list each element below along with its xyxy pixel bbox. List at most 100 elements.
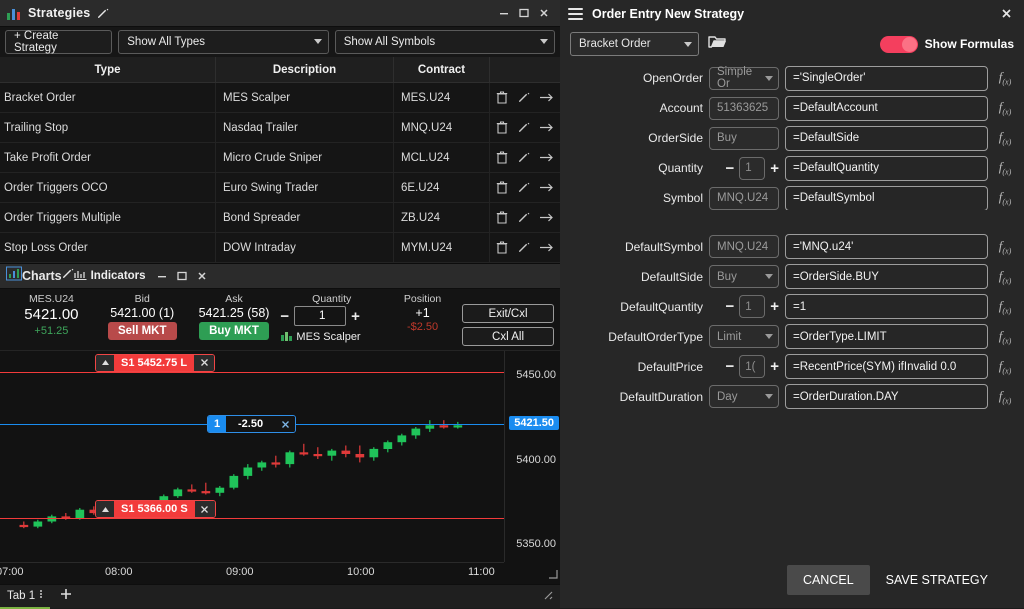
table-row[interactable]: Trailing Stop Nasdaq Trailer MNQ.U24 xyxy=(0,112,560,143)
close-icon[interactable] xyxy=(534,3,554,23)
save-strategy-button[interactable]: SAVE STRATEGY xyxy=(880,565,994,595)
fx-icon[interactable]: f(x) xyxy=(994,358,1016,376)
drag-handle-icon[interactable] xyxy=(96,501,114,518)
field-formula[interactable]: =DefaultSymbol xyxy=(785,185,988,210)
quantity-plus-button[interactable]: + xyxy=(351,308,360,325)
field-formula[interactable]: =DefaultQuantity xyxy=(785,155,988,181)
sell-market-button[interactable]: Sell MKT xyxy=(107,322,177,340)
price-axis[interactable]: 5421.50 5450.00 5400.00 5350.00 xyxy=(504,351,560,562)
table-row[interactable]: Order Triggers OCO Euro Swing Trader 6E.U2… xyxy=(0,172,560,203)
field-dropdown[interactable]: Buy xyxy=(709,265,779,288)
fx-icon[interactable]: f(x) xyxy=(994,159,1016,177)
quantity-minus-button[interactable]: − xyxy=(280,308,289,325)
fx-icon[interactable]: f(x) xyxy=(994,189,1016,207)
stop-loss-tag[interactable]: S1 5366.00 S xyxy=(95,500,216,519)
maximize-icon[interactable] xyxy=(514,3,534,23)
fx-icon[interactable]: f(x) xyxy=(994,298,1016,316)
field-formula[interactable]: =RecentPrice(SYM) ifInvalid 0.0 xyxy=(785,354,988,379)
stepper-minus-button[interactable]: − xyxy=(725,358,734,375)
arrow-right-icon[interactable] xyxy=(540,182,554,193)
cancel-all-button[interactable]: Cxl All xyxy=(462,327,555,346)
delete-icon[interactable] xyxy=(496,151,508,164)
fx-icon[interactable]: f(x) xyxy=(994,99,1016,117)
close-icon[interactable] xyxy=(194,354,215,371)
folder-open-icon[interactable] xyxy=(708,34,727,55)
stepper-plus-button[interactable]: + xyxy=(770,298,779,315)
stepper-plus-button[interactable]: + xyxy=(770,160,779,177)
fx-icon[interactable]: f(x) xyxy=(994,238,1016,256)
field-formula[interactable]: =OrderSide.BUY xyxy=(785,264,988,289)
create-strategy-button[interactable]: + Create Strategy xyxy=(5,29,113,54)
edit-icon[interactable] xyxy=(518,152,530,164)
strategy-type-select[interactable]: Bracket Order xyxy=(570,32,699,56)
field-formula[interactable]: =1 xyxy=(785,294,988,319)
delete-icon[interactable] xyxy=(496,121,508,134)
table-row[interactable]: Stop Loss Order DOW Intraday MYM.U24 xyxy=(0,232,560,263)
edit-icon[interactable] xyxy=(518,122,530,134)
stepper-value[interactable]: 1 xyxy=(739,295,766,318)
stepper-plus-button[interactable]: + xyxy=(770,358,779,375)
chart-resize-handle[interactable] xyxy=(548,569,558,582)
fx-icon[interactable]: f(x) xyxy=(994,388,1016,406)
field-formula[interactable]: =DefaultAccount xyxy=(785,95,988,121)
field-value-box[interactable]: Buy xyxy=(709,126,779,150)
window-resize-handle[interactable] xyxy=(542,588,560,606)
fx-icon[interactable]: f(x) xyxy=(994,69,1016,87)
fx-icon[interactable]: f(x) xyxy=(994,328,1016,346)
symbol-filter-select[interactable]: Show All Symbols xyxy=(334,29,555,54)
minimize-icon[interactable] xyxy=(152,266,172,286)
close-icon[interactable] xyxy=(192,266,212,286)
field-value-box[interactable]: MNQ.U24 xyxy=(709,235,779,258)
field-value-box[interactable]: MNQ.U24 xyxy=(709,186,779,210)
field-formula[interactable]: ='SingleOrder' xyxy=(785,65,988,91)
show-formulas-toggle[interactable] xyxy=(879,35,918,53)
field-stepper[interactable]: −1(+ xyxy=(709,355,779,378)
exit-cancel-button[interactable]: Exit/Cxl xyxy=(462,304,555,323)
pencil-icon[interactable] xyxy=(97,7,109,19)
indicators-button[interactable]: Indicators xyxy=(73,269,146,284)
quantity-stepper[interactable]: − 1 + xyxy=(280,306,383,326)
position-tag[interactable]: 1 -2.50 xyxy=(207,415,297,434)
edit-icon[interactable] xyxy=(518,242,530,254)
close-icon[interactable] xyxy=(996,4,1016,24)
close-icon[interactable] xyxy=(275,416,296,433)
delete-icon[interactable] xyxy=(496,211,508,224)
edit-icon[interactable] xyxy=(518,182,530,194)
field-formula[interactable]: =OrderType.LIMIT xyxy=(785,324,988,349)
active-strategy-tag[interactable]: MES Scalper xyxy=(280,329,383,344)
table-row[interactable]: Bracket Order MES Scalper MES.U24 xyxy=(0,82,560,113)
field-stepper[interactable]: −1 + xyxy=(709,156,779,180)
stepper-value[interactable]: 1( xyxy=(739,355,766,378)
close-icon[interactable] xyxy=(194,501,215,518)
edit-icon[interactable] xyxy=(518,212,530,224)
delete-icon[interactable] xyxy=(496,181,508,194)
kebab-icon[interactable] xyxy=(39,588,43,603)
minimize-icon[interactable] xyxy=(494,3,514,23)
pencil-icon[interactable] xyxy=(62,267,74,285)
arrow-right-icon[interactable] xyxy=(540,242,554,253)
stepper-minus-button[interactable]: − xyxy=(725,160,734,177)
stepper-value[interactable]: 1 xyxy=(739,156,766,180)
table-row[interactable]: Take Profit Order Micro Crude Sniper MCL.U… xyxy=(0,142,560,173)
arrow-right-icon[interactable] xyxy=(540,212,554,223)
field-formula[interactable]: ='MNQ.u24' xyxy=(785,234,988,259)
cancel-button[interactable]: CANCEL xyxy=(786,565,870,595)
field-dropdown[interactable]: Simple Or xyxy=(709,66,779,90)
delete-icon[interactable] xyxy=(496,91,508,104)
take-profit-tag[interactable]: S1 5452.75 L xyxy=(95,353,216,372)
delete-icon[interactable] xyxy=(496,241,508,254)
buy-market-button[interactable]: Buy MKT xyxy=(199,322,269,340)
time-axis[interactable]: 07:00 08:00 09:00 10:00 11:00 xyxy=(0,562,504,584)
arrow-right-icon[interactable] xyxy=(540,92,554,103)
tab-1[interactable]: Tab 1 xyxy=(0,585,51,609)
fx-icon[interactable]: f(x) xyxy=(994,129,1016,147)
hamburger-icon[interactable] xyxy=(568,5,583,23)
quantity-input[interactable]: 1 xyxy=(294,306,347,326)
field-dropdown[interactable]: Day xyxy=(709,385,779,408)
field-formula[interactable]: =OrderDuration.DAY xyxy=(785,384,988,409)
fx-icon[interactable]: f(x) xyxy=(994,268,1016,286)
field-dropdown[interactable]: Limit xyxy=(709,325,779,348)
price-chart[interactable]: S1 5452.75 L 1 -2.50 S1 5366.00 S 5421.5… xyxy=(0,351,560,584)
edit-icon[interactable] xyxy=(518,92,530,104)
stepper-minus-button[interactable]: − xyxy=(725,298,734,315)
